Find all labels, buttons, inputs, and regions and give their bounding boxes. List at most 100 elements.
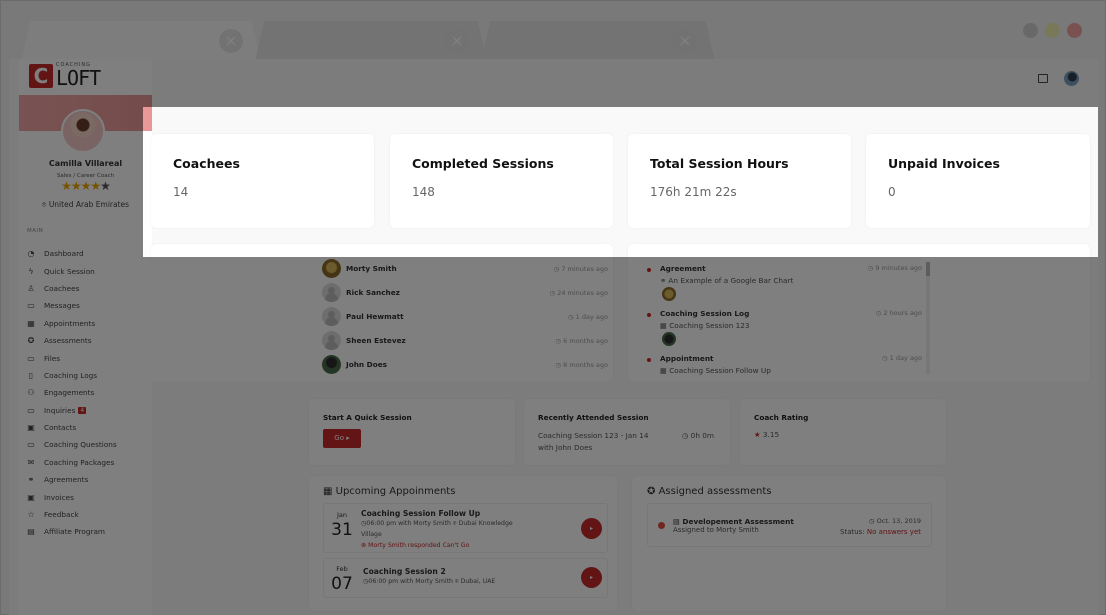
list-item[interactable]: Rick Sanchez ◷ 24 minutes ago bbox=[322, 283, 608, 302]
upcoming-appointments-card: ▦ Upcoming Appoinments Jan 31 Coaching S… bbox=[309, 476, 617, 611]
browser-tab[interactable]: × bbox=[255, 21, 487, 61]
calendar-icon: ▦ bbox=[323, 486, 333, 497]
sidebar-item-coaching-questions[interactable]: ▭ Coaching Questions bbox=[26, 436, 117, 453]
list-item[interactable]: John Does ◷ 8 months ago bbox=[322, 355, 608, 374]
sidebar-item-messages[interactable]: ▭ Messages bbox=[26, 297, 117, 314]
coachee-time: ◷ 1 day ago bbox=[567, 312, 608, 321]
appointment-title[interactable]: Coaching Session 2 bbox=[363, 567, 446, 576]
dashboard-icon: ◔ bbox=[27, 249, 35, 259]
stat-card-completed-sessions[interactable]: Completed Sessions 148 bbox=[390, 134, 613, 228]
assigned-assessments-card: ✪ Assigned assessments ▤ Developement As… bbox=[632, 476, 946, 611]
message-icon: ▭ bbox=[27, 301, 35, 311]
browser-window: × × × C COACHING LOFT Camilla Villareal bbox=[0, 0, 1106, 615]
timeline-dot bbox=[647, 268, 651, 272]
activity-subtitle[interactable]: ▦ Coaching Session 123 bbox=[660, 321, 750, 330]
coach-rating-value: ★ 3.15 bbox=[754, 430, 779, 439]
sidebar-item-agreements[interactable]: ⚭ Agreements bbox=[26, 471, 117, 488]
play-button[interactable]: ▸ bbox=[581, 518, 602, 539]
activity-subtitle[interactable]: ▦ Coaching Session Follow Up bbox=[660, 366, 771, 375]
appointment-day: 31 bbox=[331, 520, 353, 540]
tab-close-icon[interactable]: × bbox=[673, 29, 697, 53]
sidebar-item-files[interactable]: ▭ Files bbox=[26, 349, 117, 366]
chat-icon[interactable] bbox=[1038, 74, 1048, 83]
sidebar-item-invoices[interactable]: ▣ Invoices bbox=[26, 488, 117, 505]
coachee-time: ◷ 24 minutes ago bbox=[549, 288, 608, 297]
stat-value: 148 bbox=[412, 185, 435, 199]
gift-icon: ▤ bbox=[27, 527, 35, 537]
upcoming-title: ▦ Upcoming Appoinments bbox=[323, 486, 455, 497]
go-button[interactable]: Go ▸ bbox=[323, 429, 361, 448]
coachee-name: Rick Sanchez bbox=[346, 288, 400, 297]
star-icon-half: ★ bbox=[100, 179, 111, 193]
appointment-title[interactable]: Coaching Session Follow Up bbox=[361, 509, 480, 518]
stat-card-unpaid-invoices[interactable]: Unpaid Invoices 0 bbox=[866, 134, 1090, 228]
assessment-item[interactable]: ▤ Developement Assessment Assigned to Mo… bbox=[647, 503, 932, 547]
minimize-button[interactable] bbox=[1023, 23, 1038, 38]
activity-avatar bbox=[662, 332, 676, 346]
status-label: Status: bbox=[840, 528, 865, 536]
stat-value: 0 bbox=[888, 185, 896, 199]
play-button[interactable]: ▸ bbox=[581, 567, 602, 588]
logo-mark: C bbox=[29, 64, 53, 88]
sidebar-item-label: Coaching Logs bbox=[44, 370, 98, 380]
appointment-item[interactable]: Feb 07 Coaching Session 2 ◷06:00 pm with… bbox=[323, 558, 608, 598]
status-dot bbox=[658, 522, 665, 529]
assessment-icon: ✪ bbox=[27, 336, 35, 346]
sidebar-item-dashboard[interactable]: ◔ Dashboard bbox=[26, 245, 117, 262]
sidebar-item-label: Messages bbox=[44, 301, 80, 311]
logo[interactable]: C COACHING LOFT bbox=[29, 63, 101, 88]
sidebar-item-coachees[interactable]: ♙ Coachees bbox=[26, 280, 117, 297]
browser-tab[interactable]: × bbox=[481, 21, 715, 61]
browser-tab-active[interactable]: × bbox=[21, 21, 261, 61]
activity-title[interactable]: Coaching Session Log bbox=[660, 309, 749, 318]
appointment-item[interactable]: Jan 31 Coaching Session Follow Up ◷06:00… bbox=[323, 503, 608, 553]
list-item[interactable]: Paul Hewmatt ◷ 1 day ago bbox=[322, 307, 608, 326]
sidebar-item-quick-session[interactable]: ϟ Quick Session bbox=[26, 262, 117, 279]
coach-rating-card: Coach Rating ★ 3.15 bbox=[740, 399, 946, 465]
activity-card: Agreement ⚭ An Example of a Google Bar C… bbox=[628, 244, 1090, 382]
sidebar-item-feedback[interactable]: ☆ Feedback bbox=[26, 506, 117, 523]
sidebar-item-label: Engagements bbox=[44, 388, 95, 398]
coachee-avatar bbox=[322, 259, 341, 278]
assessments-title: ✪ Assigned assessments bbox=[647, 486, 771, 497]
coachee-avatar bbox=[322, 283, 341, 302]
sidebar-item-appointments[interactable]: ▦ Appointments bbox=[26, 315, 117, 332]
sidebar-item-coaching-packages[interactable]: ✉ Coaching Packages bbox=[26, 454, 117, 471]
list-item[interactable]: Morty Smith ◷ 7 minutes ago bbox=[322, 259, 608, 278]
activity-title[interactable]: Appointment bbox=[660, 354, 714, 363]
stat-card-total-session-hours[interactable]: Total Session Hours 176h 21m 22s bbox=[628, 134, 851, 228]
question-icon: ▭ bbox=[27, 440, 35, 450]
assessment-assignee: Assigned to Morty Smith bbox=[673, 526, 759, 534]
sidebar-item-contacts[interactable]: ▣ Contacts bbox=[26, 419, 117, 436]
sidebar-item-affiliate-program[interactable]: ▤ Affiliate Program bbox=[26, 523, 117, 540]
scrollbar-thumb[interactable] bbox=[926, 262, 930, 276]
invoice-icon: ▣ bbox=[27, 492, 35, 502]
maximize-button[interactable] bbox=[1045, 23, 1060, 38]
sidebar-item-coaching-logs[interactable]: ▯ Coaching Logs bbox=[26, 367, 117, 384]
coachee-avatar bbox=[322, 307, 341, 326]
close-window-button[interactable] bbox=[1067, 23, 1082, 38]
sidebar-item-assessments[interactable]: ✪ Assessments bbox=[26, 332, 117, 349]
profile-avatar[interactable] bbox=[61, 109, 105, 153]
activity-subtitle[interactable]: ⚭ An Example of a Google Bar Chart bbox=[660, 276, 793, 285]
recent-session-card: Recently Attended Session Coaching Sessi… bbox=[524, 399, 730, 465]
tab-close-icon[interactable]: × bbox=[445, 29, 469, 53]
stat-card-coachees[interactable]: Coachees 14 bbox=[151, 134, 374, 228]
sidebar-item-inquiries[interactable]: ▭ Inquiries 4 bbox=[26, 402, 117, 419]
sidebar-item-label: Coaching Questions bbox=[44, 440, 117, 450]
recent-session-name[interactable]: Coaching Session 123 - Jan 14 bbox=[538, 431, 648, 440]
list-item[interactable]: Sheen Estevez ◷ 6 months ago bbox=[322, 331, 608, 350]
stat-value: 176h 21m 22s bbox=[650, 185, 737, 199]
activity-title[interactable]: Agreement bbox=[660, 264, 706, 273]
activity-scrollbar[interactable] bbox=[926, 262, 930, 374]
sidebar-item-engagements[interactable]: ⚇ Engagements bbox=[26, 384, 117, 401]
topbar bbox=[1038, 71, 1079, 86]
coachee-name: John Does bbox=[346, 360, 388, 369]
tab-close-icon[interactable]: × bbox=[219, 29, 243, 53]
recent-session-duration: ◷ 0h 0m bbox=[682, 431, 715, 440]
user-avatar[interactable] bbox=[1064, 71, 1079, 86]
coachee-time: ◷ 8 months ago bbox=[555, 360, 608, 369]
stat-value: 14 bbox=[173, 185, 189, 199]
coachee-name: Morty Smith bbox=[346, 264, 397, 273]
appointment-warning: ⊗ Morty Smith responded Can't Go bbox=[361, 542, 470, 549]
